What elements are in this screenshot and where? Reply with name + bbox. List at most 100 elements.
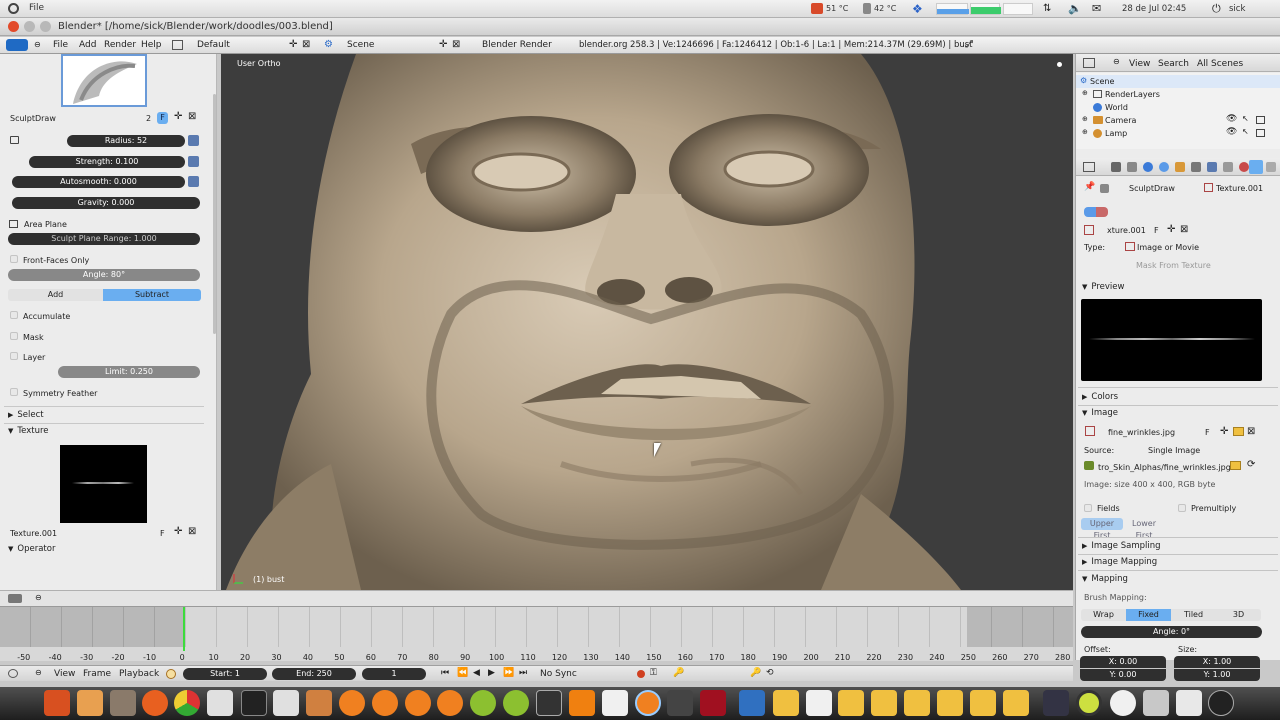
sync-mode-dropdown[interactable]: No Sync [540,670,577,679]
folder-app-icon[interactable] [970,690,996,716]
current-frame-cursor[interactable] [183,607,185,651]
calculator-app-icon[interactable] [207,690,233,716]
sculpt-plane-range-slider[interactable]: Sculpt Plane Range: 1.000 [8,233,200,245]
brush-preview-thumbnail[interactable] [61,54,147,107]
text-editor-app-icon[interactable] [602,690,628,716]
image-fake-user-button[interactable]: F [1205,429,1210,437]
user-name[interactable]: sick [1229,5,1245,14]
folder-app-icon[interactable] [773,690,799,716]
tab-layers-icon[interactable] [1127,162,1137,172]
image-sampling-section-header[interactable]: ▶ Image Sampling [1082,541,1161,551]
strength-slider[interactable]: Strength: 0.100 [29,156,185,168]
lock-icon[interactable] [10,136,19,144]
context-brush-name[interactable]: SculptDraw [1129,185,1175,193]
gravity-slider[interactable]: Gravity: 0.000 [12,197,200,209]
insert-keyframe-icon[interactable]: 🔑 [673,668,684,678]
amarok-app-icon[interactable] [1076,690,1102,716]
open-image-folder-icon[interactable] [1233,427,1244,436]
accumulate-checkbox[interactable] [10,311,18,319]
clock[interactable]: 28 de Jul 02:45 [1122,5,1186,14]
traffic-cone-app-icon[interactable] [569,690,595,716]
media-player-app-icon[interactable] [667,690,693,716]
expand-icon[interactable]: ⊕ [1082,128,1088,136]
premultiply-checkbox[interactable] [1178,504,1186,512]
size-x-field[interactable]: X: 1.00 [1174,656,1260,668]
firefox-app-icon[interactable] [142,690,168,716]
tab-constraints-icon[interactable] [1191,162,1201,172]
blender-app-icon[interactable] [405,690,431,716]
type-dropdown[interactable]: Image or Movie [1137,244,1199,252]
collapse-menu-icon[interactable]: ⊖ [35,593,42,602]
keying-set-icon[interactable]: ⚿ [650,668,657,678]
strength-pressure-icon[interactable] [188,156,199,167]
screen-layout-icon[interactable] [172,40,183,50]
outliner-row-world[interactable]: World [1076,101,1280,114]
system-file-menu[interactable]: File [29,4,44,13]
start-frame-field[interactable]: Start: 1 [183,668,267,680]
symmetry-feather-checkbox[interactable] [10,388,18,396]
selectable-cursor-icon[interactable]: ↖ [1242,127,1249,136]
add-scene-icon[interactable]: ✛ [439,39,447,50]
notes-app-icon[interactable] [1176,690,1202,716]
image-filepath[interactable]: tro_Skin_Alphas/fine_wrinkles.jpg [1098,464,1231,472]
next-keyframe-icon[interactable]: ⏩ [503,668,514,678]
outliner-row-camera[interactable]: ⊕ Camera 👁 ↖ [1076,114,1280,127]
texture-name[interactable]: Texture.001 [10,529,57,538]
brush-fake-user-button[interactable]: F [157,112,168,124]
folder-app-icon[interactable] [838,690,864,716]
texture-fake-user-button[interactable]: F [1154,227,1159,235]
select-section-header[interactable]: ▶ Select [8,410,44,420]
autosmooth-pressure-icon[interactable] [188,176,199,187]
3d-viewport[interactable]: User Ortho (1) bust [221,54,1073,590]
tiled-mapping-button[interactable]: Tiled [1171,609,1216,621]
operator-section-header[interactable]: ▼ Operator [8,544,55,554]
shelf-scrollbar[interactable] [213,94,216,334]
menu-help[interactable]: Help [141,41,162,50]
angle-slider[interactable]: Angle: 80° [8,269,200,281]
editor-type-icon[interactable] [8,594,22,603]
editor-type-icon[interactable] [6,39,28,51]
blender-app-icon[interactable] [437,690,463,716]
prev-keyframe-icon[interactable]: ⏪ [457,668,468,678]
mail-icon[interactable]: ✉ [1092,2,1101,15]
add-mode-button[interactable]: Add [8,289,103,301]
blender-logo-icon[interactable] [8,3,19,14]
timeline-menu-playback[interactable]: Playback [119,670,159,679]
selectable-cursor-icon[interactable]: ↖ [1242,114,1249,123]
tab-particles-icon[interactable] [1266,162,1276,172]
image-mapping-section-header[interactable]: ▶ Image Mapping [1082,557,1157,567]
play-reverse-icon[interactable]: ◀ [473,668,480,678]
collapse-menu-icon[interactable]: ⊖ [35,668,42,677]
properties-editor-icon[interactable] [1083,162,1095,172]
trash-app-icon[interactable] [1143,690,1169,716]
record-icon[interactable] [637,670,645,678]
radius-slider[interactable]: Radius: 52 [67,135,185,147]
context-texture-name[interactable]: Texture.001 [1216,185,1263,193]
folder-app-icon[interactable] [904,690,930,716]
tab-texture-icon[interactable] [1249,160,1263,174]
fixed-mapping-button[interactable]: Fixed [1126,609,1171,621]
archive-app-icon[interactable] [77,690,103,716]
texture-fake-user-button[interactable]: F [160,529,165,538]
delete-keyframe-icon[interactable]: 🔑 [750,668,761,678]
delete-texture-icon[interactable]: ⊠ [1180,224,1188,235]
tab-render-icon[interactable] [1111,162,1121,172]
source-dropdown[interactable]: Single Image [1148,447,1200,455]
collapse-menu-icon[interactable]: ⊖ [1113,57,1120,66]
visibility-eye-icon[interactable]: 👁 [1226,114,1237,124]
lower-first-button[interactable]: Lower First [1123,518,1165,540]
image-section-header[interactable]: ▼ Image [1082,408,1118,418]
end-frame-field[interactable]: End: 250 [272,668,356,680]
mapping-angle-slider[interactable]: Angle: 0° [1081,626,1262,638]
gimp-app-icon[interactable] [110,690,136,716]
delete-brush-icon[interactable]: ⊠ [188,111,196,122]
tab-scene-icon[interactable] [1143,162,1153,172]
texture-preview[interactable] [60,445,147,523]
image-name[interactable]: fine_wrinkles.jpg [1108,429,1175,437]
workspace-switcher-icon[interactable] [1043,690,1069,716]
network-icon[interactable]: ⇅ [1043,3,1051,14]
add-layout-icon[interactable]: ✛ [289,39,297,50]
mask-checkbox[interactable] [10,332,18,340]
maximize-window-icon[interactable] [40,21,51,32]
minimize-window-icon[interactable] [24,21,35,32]
